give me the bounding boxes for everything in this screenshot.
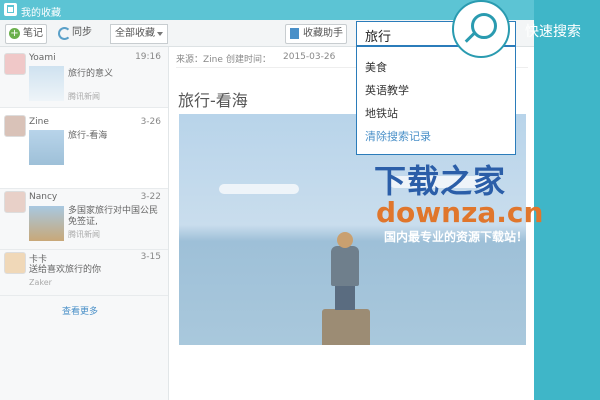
suggestion-item[interactable]: 英语教学 bbox=[365, 82, 409, 98]
item-author: Nancy bbox=[29, 192, 58, 202]
item-source: 腾讯新闻 bbox=[68, 230, 100, 239]
sync-button[interactable]: 同步 bbox=[56, 24, 96, 42]
app-logo-icon bbox=[4, 3, 17, 16]
created-label: 创建时间： bbox=[226, 55, 272, 65]
item-source: Zaker bbox=[29, 278, 52, 287]
list-item[interactable]: Yoami 19:16 旅行的意义 腾讯新闻 bbox=[0, 47, 168, 108]
search-icon[interactable] bbox=[452, 0, 510, 58]
search-value: 旅行 bbox=[365, 30, 392, 45]
avatar bbox=[4, 115, 26, 137]
suggestion-item[interactable]: 地铁站 bbox=[365, 105, 398, 121]
avatar bbox=[4, 191, 26, 213]
plus-icon: + bbox=[9, 28, 20, 39]
item-summary: 多国家旅行对中国公民免签证, bbox=[68, 206, 159, 227]
watermark-domain: downza.cn bbox=[376, 196, 544, 229]
avatar bbox=[4, 53, 26, 75]
collect-helper-label: 收藏助手 bbox=[303, 28, 343, 39]
list-item[interactable]: Zine 3-26 旅行-看海 bbox=[0, 108, 168, 189]
suggestion-item[interactable]: 美食 bbox=[365, 59, 387, 75]
item-author: Yoami bbox=[29, 53, 56, 63]
sync-label: 同步 bbox=[72, 27, 92, 38]
new-note-button[interactable]: + 笔记 bbox=[5, 24, 47, 44]
new-note-label: 笔记 bbox=[23, 28, 43, 39]
item-thumbnail bbox=[29, 206, 64, 241]
item-date: 19:16 bbox=[135, 52, 161, 62]
chevron-down-icon bbox=[157, 32, 163, 36]
list-item[interactable]: 卡卡 3-15 送给喜欢旅行的你 Zaker bbox=[0, 250, 168, 296]
collection-filter-select[interactable]: 全部收藏 bbox=[110, 24, 168, 44]
window-title: 我的收藏 bbox=[21, 8, 61, 19]
item-date: 3-22 bbox=[140, 192, 161, 202]
list-item[interactable]: Nancy 3-22 多国家旅行对中国公民免签证, 腾讯新闻 bbox=[0, 189, 168, 250]
created-date: 2015-03-26 bbox=[283, 52, 336, 62]
watermark-slogan: 国内最专业的资源下载站！ bbox=[384, 230, 529, 244]
item-summary: 旅行-看海 bbox=[68, 131, 108, 141]
view-more-link[interactable]: 查看更多 bbox=[62, 304, 98, 317]
bookmark-icon bbox=[290, 28, 299, 39]
item-thumbnail bbox=[29, 130, 64, 165]
item-date: 3-15 bbox=[140, 252, 161, 262]
collect-helper-button[interactable]: 收藏助手 bbox=[285, 24, 347, 44]
item-source: 腾讯新闻 bbox=[68, 92, 100, 101]
item-summary: 送给喜欢旅行的你 bbox=[29, 265, 102, 275]
sync-icon bbox=[58, 27, 71, 40]
item-summary: 旅行的意义 bbox=[68, 69, 114, 79]
avatar bbox=[4, 252, 26, 274]
item-author: 卡卡 bbox=[29, 255, 48, 265]
clear-history-link[interactable]: 清除搜索记录 bbox=[365, 128, 431, 144]
item-date: 3-26 bbox=[140, 117, 161, 127]
search-suggestions: 美食 英语教学 地铁站 清除搜索记录 bbox=[356, 46, 516, 155]
collection-list: Yoami 19:16 旅行的意义 腾讯新闻 Zine 3-26 旅行-看海 N… bbox=[0, 47, 169, 400]
quick-search-label: 快速搜索 bbox=[525, 24, 581, 40]
item-author: Zine bbox=[29, 117, 49, 127]
note-title: 旅行-看海 bbox=[178, 91, 248, 110]
note-source: 来源：Zine bbox=[176, 55, 223, 65]
collection-filter-value: 全部收藏 bbox=[115, 28, 155, 39]
item-thumbnail bbox=[29, 66, 64, 101]
